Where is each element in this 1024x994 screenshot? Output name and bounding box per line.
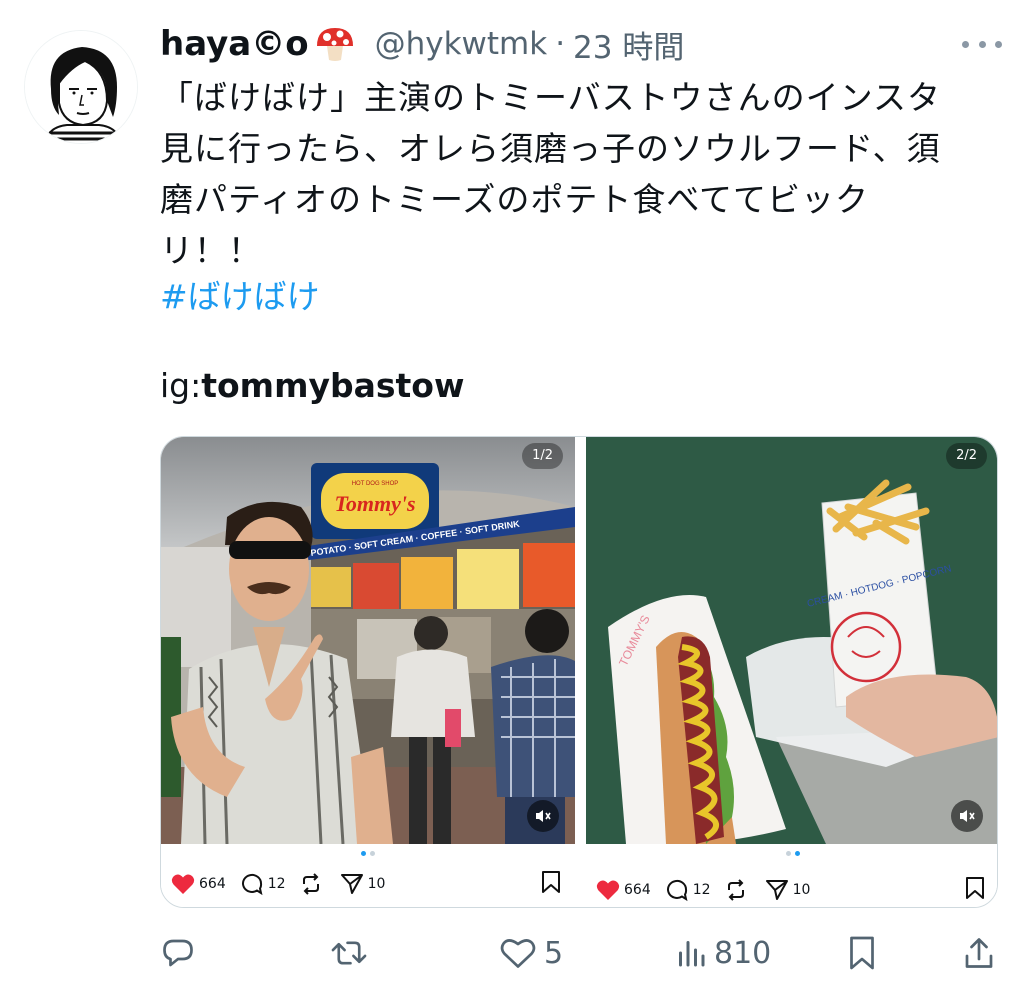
slide-counter: 1/2: [522, 443, 563, 469]
comment-icon: [241, 873, 263, 896]
sign-small-text: HOT DOG SHOP: [352, 481, 399, 487]
ig-mention: ig:tommybastow: [160, 366, 464, 405]
tweet-action-bar: 5 810: [160, 928, 1000, 978]
ig-share-button[interactable]: 10: [765, 879, 811, 901]
ig-comment-button[interactable]: 12: [665, 878, 711, 902]
ig-comment-count: 12: [692, 882, 711, 898]
views-icon: [679, 941, 705, 967]
heart-outline-icon: [500, 939, 536, 968]
photo-1[interactable]: HOT DOG SHOP Tommy's POTATO · SOFT CREAM…: [161, 437, 575, 844]
ig-comment-count: 12: [267, 876, 286, 892]
share-icon: [965, 938, 993, 968]
reply-icon: [163, 939, 193, 967]
embed-panel-1[interactable]: HOT DOG SHOP Tommy's POTATO · SOFT CREAM…: [161, 437, 575, 907]
tweet-text-line: 磨パティオのトミーズのポテト食べててビック: [160, 180, 870, 219]
ig-share-button[interactable]: 10: [340, 873, 386, 895]
repost-icon: [302, 873, 319, 895]
carousel-dots: [361, 851, 375, 856]
ig-repost-button[interactable]: [725, 879, 751, 901]
ig-save-button[interactable]: [965, 876, 985, 904]
ig-like-button[interactable]: 664: [171, 873, 226, 895]
avatar[interactable]: [24, 30, 138, 144]
mute-icon[interactable]: [527, 800, 559, 832]
comment-icon: [666, 879, 688, 902]
ig-save-button[interactable]: [541, 870, 561, 898]
like-count: 5: [544, 935, 564, 971]
ig-share-count: 10: [792, 882, 811, 898]
reply-button[interactable]: [160, 928, 204, 978]
photo-2[interactable]: CREAM · HOTDOG · POPCORN TOMMY'S 2/2: [586, 437, 997, 844]
ig-comment-button[interactable]: 12: [240, 872, 286, 896]
heart-icon: [596, 880, 620, 900]
ig-action-bar: 664 12 10: [596, 873, 985, 907]
bookmark-icon: [966, 877, 984, 899]
ig-share-count: 10: [367, 876, 386, 892]
ig-handle: tommybastow: [201, 366, 465, 405]
sign-brand-text: Tommy's: [334, 491, 415, 516]
send-icon: [765, 880, 788, 900]
repost-icon: [727, 879, 744, 901]
heart-icon: [171, 874, 195, 894]
tweet-text-line: 「ばけばけ」主演のトミーバストウさんのインスタ: [160, 78, 942, 117]
tweet-text-line: リ！！: [160, 231, 262, 270]
share-button[interactable]: [962, 928, 996, 978]
handle[interactable]: @hykwtmk: [375, 26, 548, 62]
tweet-header: haya©o @hykwtmk · 23 時間: [160, 22, 684, 66]
more-options-icon[interactable]: [962, 34, 1002, 54]
retweet-icon: [331, 941, 367, 965]
views-count: 810: [714, 935, 772, 971]
ig-action-bar: 664 12 10: [171, 867, 561, 901]
timestamp[interactable]: 23 時間: [573, 22, 684, 67]
mushroom-icon: [313, 24, 357, 64]
media-card[interactable]: HOT DOG SHOP Tommy's POTATO · SOFT CREAM…: [160, 436, 998, 908]
bookmark-button[interactable]: [846, 928, 878, 978]
mute-icon[interactable]: [951, 800, 983, 832]
like-button[interactable]: 5: [500, 928, 563, 978]
ig-repost-button[interactable]: [300, 873, 326, 895]
ig-like-count: 664: [624, 882, 651, 898]
bookmark-icon: [542, 871, 560, 893]
retweet-button[interactable]: [330, 928, 376, 978]
hashtag-link[interactable]: #ばけばけ: [160, 270, 320, 318]
views-button[interactable]: 810: [676, 928, 771, 978]
separator-dot: ·: [555, 26, 566, 62]
tweet-text-line: 見に行ったら、オレら須磨っ子のソウルフード、須: [160, 129, 941, 168]
send-icon: [340, 874, 363, 894]
display-name[interactable]: haya©o: [160, 24, 309, 64]
tweet-text: 「ばけばけ」主演のトミーバストウさんのインスタ 見に行ったら、オレら須磨っ子のソ…: [160, 72, 1000, 276]
bookmark-icon: [850, 936, 874, 970]
ig-like-button[interactable]: 664: [596, 879, 651, 901]
ig-like-count: 664: [199, 876, 226, 892]
carousel-dots: [785, 851, 800, 856]
embed-panel-2[interactable]: CREAM · HOTDOG · POPCORN TOMMY'S 2/2 664…: [586, 437, 997, 907]
slide-counter: 2/2: [946, 443, 987, 469]
ig-prefix: ig:: [160, 366, 202, 405]
